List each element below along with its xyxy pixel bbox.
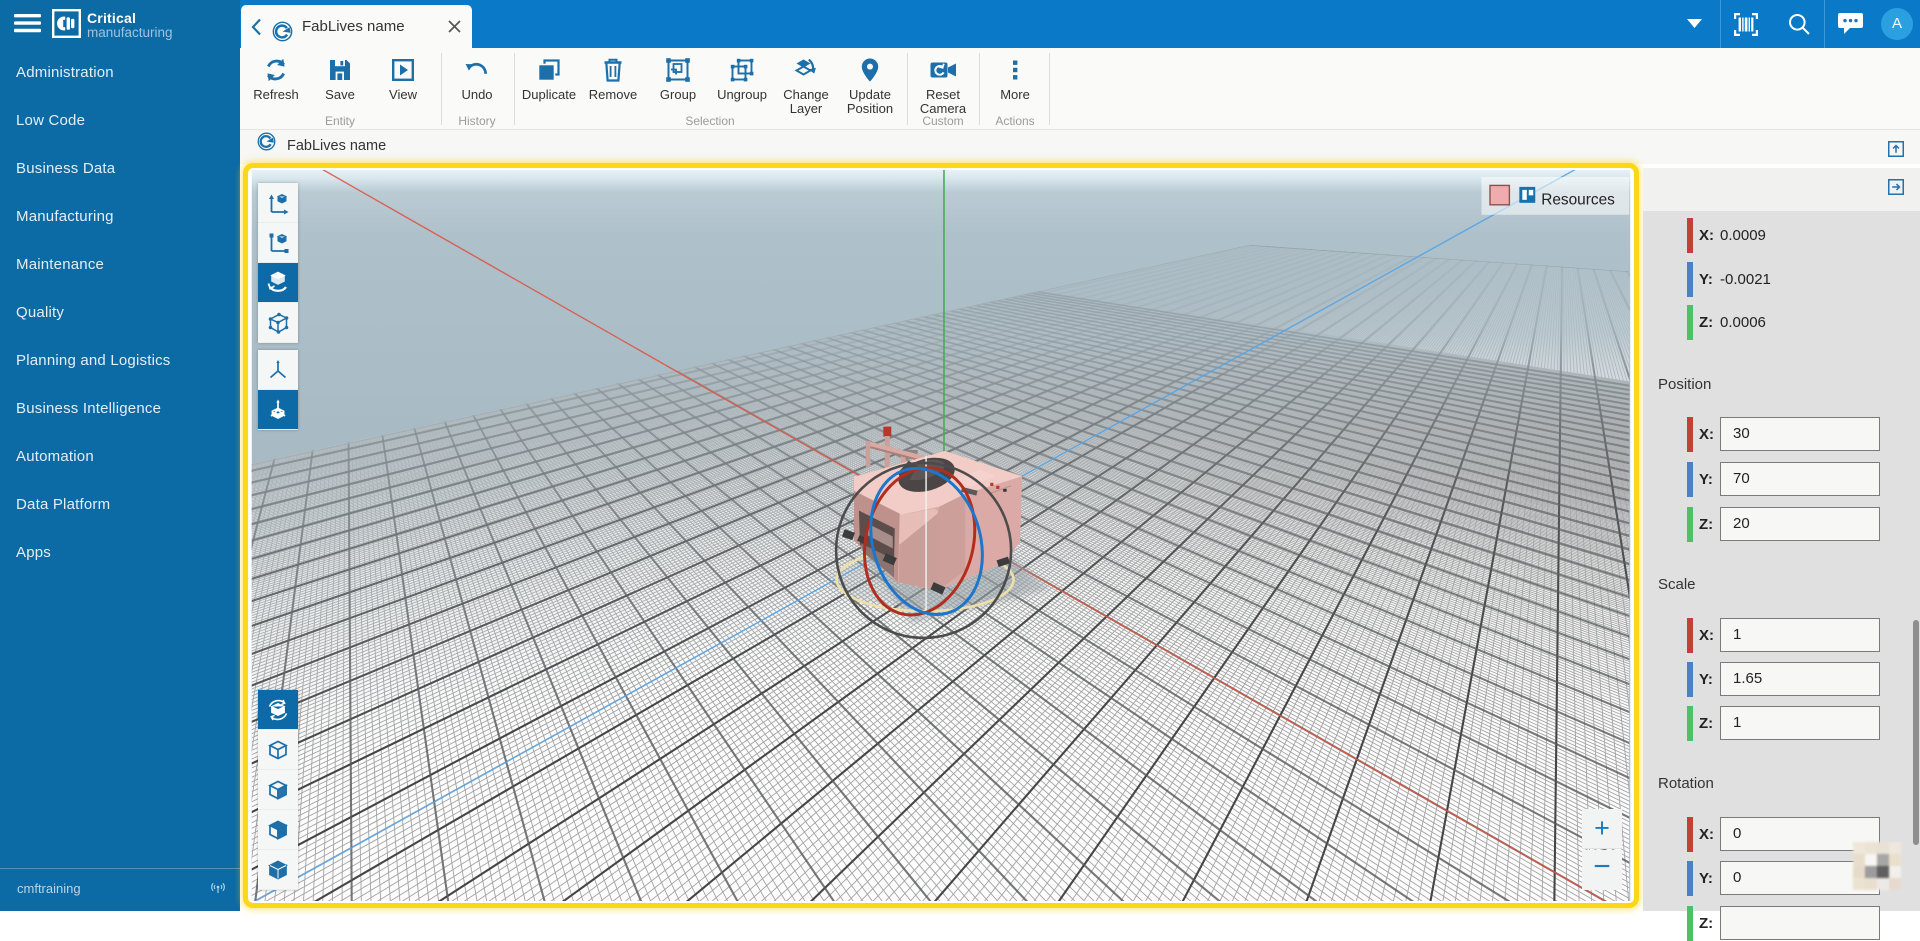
svg-text:Resources: Resources <box>1541 191 1615 208</box>
